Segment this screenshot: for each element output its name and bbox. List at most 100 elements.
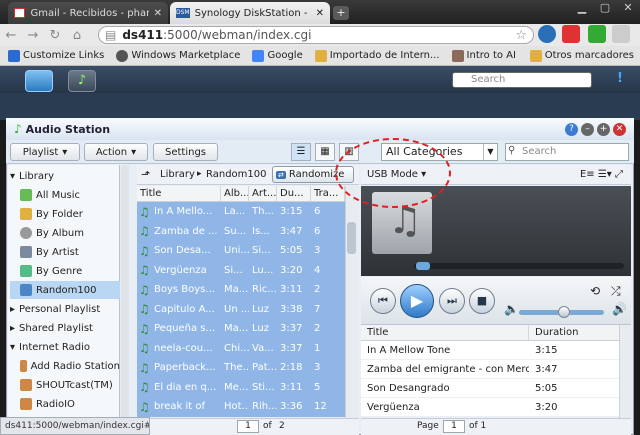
sidebar-personal-playlist[interactable]: ▸ Personal Playlist (10, 300, 120, 318)
playlist-row[interactable]: Vergüenza 3:20 (361, 398, 619, 417)
table-row[interactable]: ♫ Boys Boys... Ma... Ric... 3:11 2 (137, 280, 345, 300)
music-note-icon: ♫ (139, 302, 150, 317)
sidebar-item-shoutcast[interactable]: SHOUTcast(TM) (10, 376, 120, 394)
table-row[interactable]: ♫ Vergüenza Si... Lu... 3:20 4 (137, 261, 345, 281)
table-row[interactable]: ♫ neela-cou... Chi... Va... 3:37 1 (137, 339, 345, 359)
page-input[interactable]: 1 (443, 420, 465, 433)
seek-bar[interactable] (414, 263, 624, 269)
table-row[interactable]: ♫ El dia en q... Me... Sti... 3:11 5 (137, 378, 345, 398)
breadcrumb-library[interactable]: Library (160, 169, 195, 180)
table-row[interactable]: ♫ Son Desa... Uni... Si... 5:05 3 (137, 241, 345, 261)
sidebar-item-all-music[interactable]: All Music (10, 186, 120, 204)
seek-thumb[interactable] (416, 262, 430, 270)
app-search-input[interactable]: Search (505, 143, 629, 161)
playlist-row[interactable]: In A Mellow Tone 3:15 (361, 341, 619, 360)
song-list-scrollbar[interactable] (345, 186, 358, 418)
dsm-search-input[interactable]: Search (452, 72, 592, 88)
playlist-column-duration[interactable]: Duration (529, 325, 578, 340)
stop-button[interactable]: ■ (469, 288, 495, 314)
extension-icon-3[interactable] (588, 25, 606, 43)
address-bar[interactable]: ▤ ds411:5000/webman/index.cgi ☆ (98, 26, 534, 44)
bookmark-intro-to-ai[interactable]: Intro to AI (451, 49, 516, 62)
info-icon[interactable]: ! (612, 71, 628, 89)
sidebar-item-random100[interactable]: Random100 (10, 281, 120, 299)
folder-icon (314, 49, 327, 62)
playlist-button[interactable]: Playlist ▾ (10, 143, 80, 161)
volume-thumb[interactable] (558, 306, 570, 318)
back-arrow-icon[interactable]: ← (0, 28, 22, 43)
play-button[interactable]: ▶ (400, 284, 434, 318)
action-button[interactable]: Action ▾ (84, 143, 148, 161)
table-row[interactable]: ♫ break it of Hot... Rih... 3:36 12 (137, 397, 345, 417)
table-row[interactable]: ♫ Paperback... The...Pat...2:18 3 (137, 358, 345, 378)
playlist-row[interactable]: Son Desangrado 5:05 (361, 379, 619, 398)
close-window-icon[interactable]: ✕ (618, 0, 638, 16)
column-duration[interactable]: Du... (277, 186, 311, 201)
browser-tab-dsm[interactable]: DSM Synology DiskStation - DS4 ✕ (170, 2, 330, 24)
sidebar-shared-playlist[interactable]: ▸ Shared Playlist (10, 319, 120, 337)
table-cell: La... (224, 206, 246, 218)
bookmark-star-icon[interactable]: ☆ (515, 28, 527, 43)
maximize-icon[interactable]: ▢ (595, 0, 615, 16)
bookmark-windows-marketplace[interactable]: Windows Marketplace (116, 49, 240, 62)
close-tab-icon[interactable]: ✕ (154, 8, 162, 19)
extension-icon-1[interactable] (538, 25, 556, 43)
table-row[interactable]: ♫ In A Mello... La... Th... 3:15 6 (137, 202, 345, 222)
close-tab-icon[interactable]: ✕ (316, 8, 324, 19)
bookmark-importado[interactable]: Importado de Intern... (314, 49, 440, 62)
close-window-button[interactable]: ✕ (613, 123, 626, 136)
volume-icon[interactable]: 🔈 (504, 302, 519, 316)
table-cell: 3:37 (280, 342, 303, 354)
forward-arrow-icon[interactable]: → (22, 28, 44, 43)
up-arrow-icon[interactable]: ⬏ (141, 168, 150, 181)
table-row[interactable]: ♫ Pequeña s... Ma... Luz 3:37 2 (137, 319, 345, 339)
gmail-extension-icon[interactable] (562, 25, 580, 43)
table-row[interactable]: ♫ Zamba de ... Su... Is... 3:47 6 (137, 222, 345, 242)
sidebar-library[interactable]: ▾ Library (10, 167, 120, 185)
sidebar-item-by-folder[interactable]: By Folder (10, 205, 120, 223)
maximize-window-icon[interactable]: + (597, 123, 610, 136)
minimize-window-icon[interactable]: – (581, 123, 594, 136)
playlist-options-icon[interactable]: E≡ ☰▾ ⤢ (580, 169, 623, 180)
help-icon[interactable]: ? (565, 123, 578, 136)
repeat-icon[interactable]: ⟲ (590, 284, 600, 298)
page-input[interactable]: 1 (237, 420, 259, 433)
table-cell: Is... (252, 225, 270, 237)
sidebar-internet-radio[interactable]: ▾ Internet Radio (10, 338, 120, 356)
sidebar-item-radioio[interactable]: RadioIO (10, 395, 120, 413)
sidebar-item-by-genre[interactable]: By Genre (10, 262, 120, 280)
new-tab-button[interactable]: + (333, 6, 349, 20)
grid-view-icon[interactable]: ▦ (315, 143, 335, 161)
shuffle-icon[interactable]: ⤮ (611, 284, 621, 299)
page-total: 2 (279, 421, 285, 431)
list-view-icon[interactable]: ☰ (291, 143, 311, 161)
sidebar-scrollbar[interactable] (121, 165, 129, 425)
previous-track-button[interactable]: ⏮ (370, 288, 396, 314)
page-menu-icon[interactable] (612, 25, 630, 43)
home-icon[interactable]: ⌂ (66, 28, 88, 43)
playlist-column-title[interactable]: Title (361, 325, 529, 340)
table-cell: Son Desa... (154, 245, 211, 257)
settings-button[interactable]: Settings (153, 143, 218, 161)
audio-station-launcher-icon[interactable]: ♪ (68, 70, 96, 92)
minimize-icon[interactable]: ▁ (572, 0, 592, 16)
sidebar-item-by-artist[interactable]: By Artist (10, 243, 120, 261)
browser-tab-gmail[interactable]: Gmail - Recibidos - pharizn ✕ (8, 2, 168, 24)
table-row[interactable]: ♫ Capitulo A... Un ... Luz 3:38 7 (137, 300, 345, 320)
sidebar-item-by-album[interactable]: By Album (10, 224, 120, 242)
other-bookmarks[interactable]: Otros marcadores (529, 49, 634, 62)
scrollbar-thumb[interactable] (347, 222, 356, 254)
volume-max-icon[interactable]: 🔊 (612, 302, 627, 316)
playlist-scrollbar[interactable] (619, 325, 631, 418)
bookmark-customize-links[interactable]: Customize Links (8, 49, 104, 62)
column-artist[interactable]: Art... (249, 186, 277, 201)
column-album[interactable]: Alb... (221, 186, 249, 201)
main-menu-icon[interactable] (25, 70, 53, 92)
sidebar-item-add-radio[interactable]: Add Radio Station (10, 357, 120, 375)
table-cell: neela-cou... (154, 342, 213, 354)
reload-icon[interactable]: ↻ (44, 28, 66, 43)
column-title[interactable]: Title (137, 186, 221, 201)
next-track-button[interactable]: ⏭ (439, 288, 465, 314)
bookmark-google[interactable]: Google (252, 49, 303, 62)
playlist-row[interactable]: Zamba del emigrante - con Merce... 3:47 (361, 360, 619, 379)
